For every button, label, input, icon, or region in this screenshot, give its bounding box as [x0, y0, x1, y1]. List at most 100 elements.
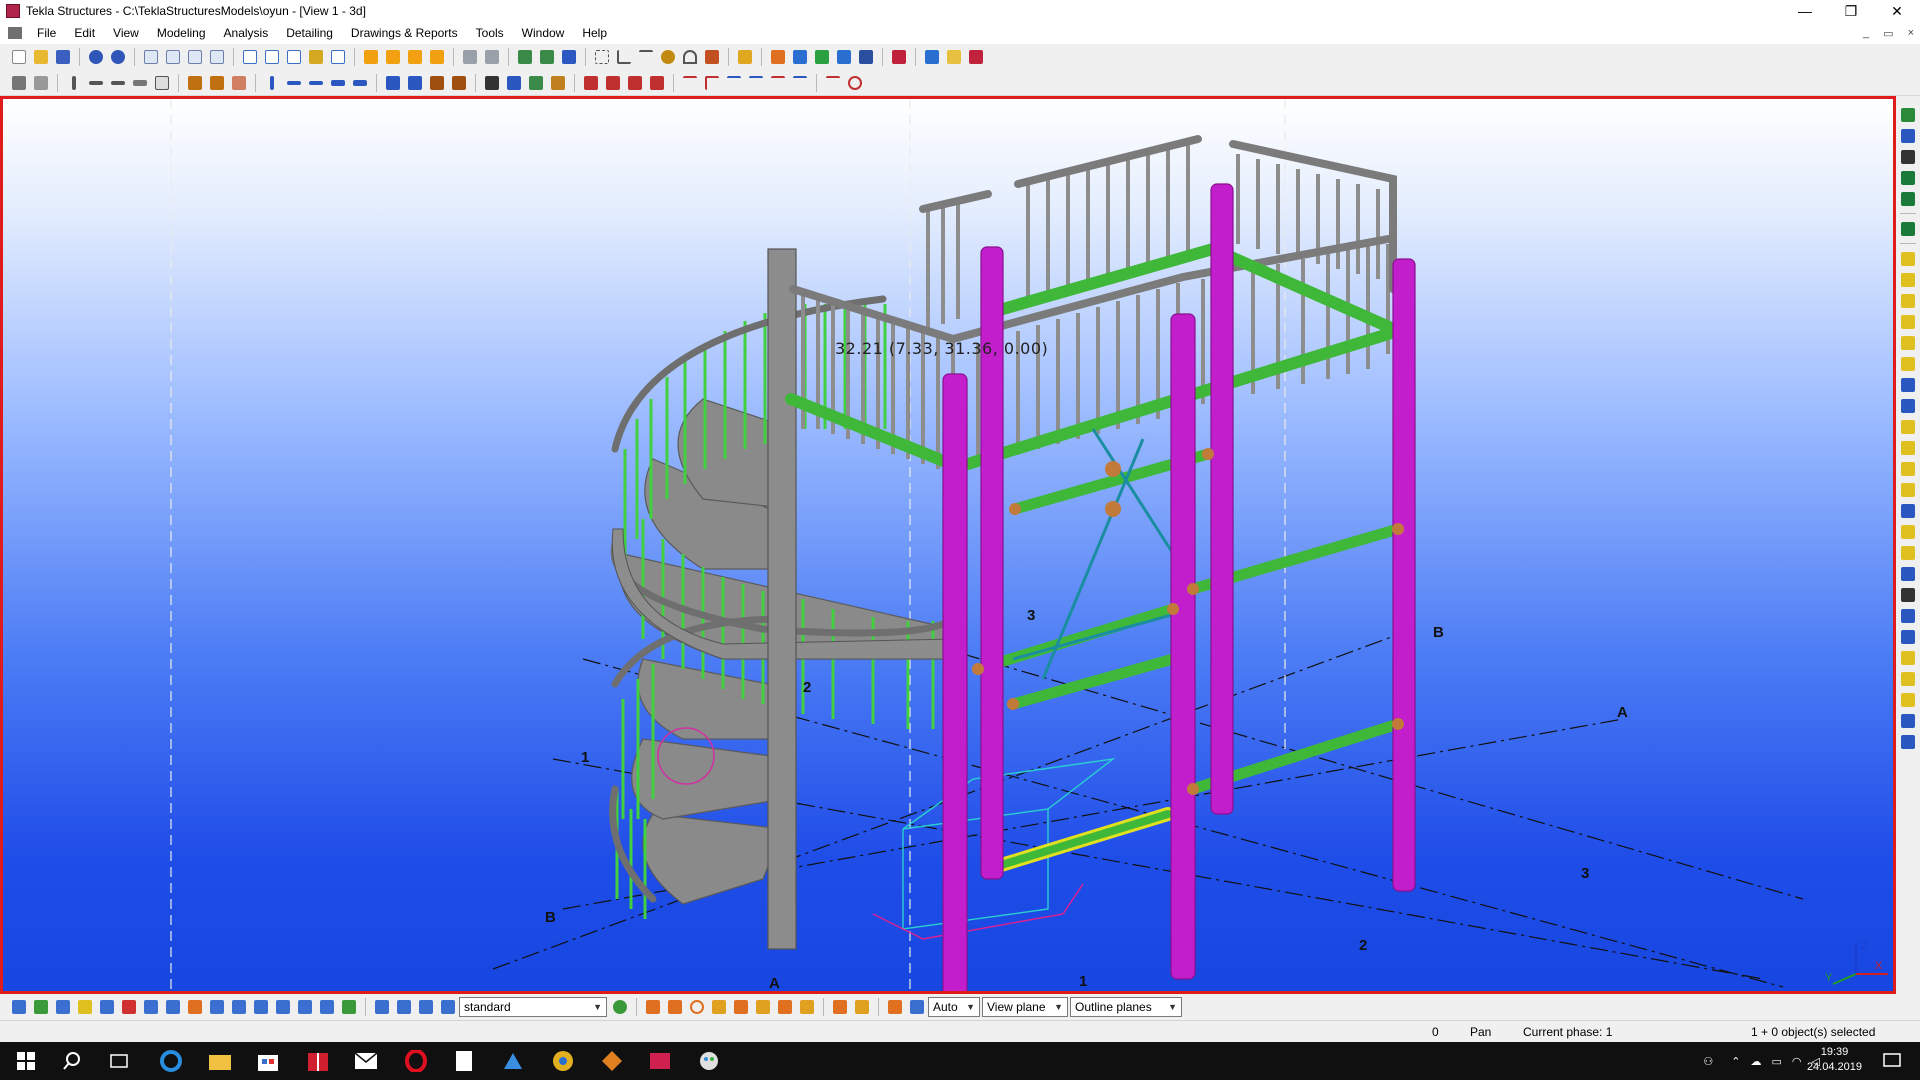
- snap-line-icon[interactable]: [774, 996, 796, 1018]
- strip-footing-icon[interactable]: [404, 72, 426, 94]
- phase-icon[interactable]: [855, 46, 877, 68]
- select-details-icon[interactable]: [338, 996, 360, 1018]
- properties-icon[interactable]: [206, 46, 228, 68]
- split-icon[interactable]: [580, 72, 602, 94]
- lock-icon[interactable]: [8, 72, 30, 94]
- select-connections-icon[interactable]: [316, 996, 338, 1018]
- select-filter-icon[interactable]: [1897, 542, 1919, 563]
- polybeam-icon[interactable]: [107, 72, 129, 94]
- select-filter-icon[interactable]: [1897, 290, 1919, 311]
- mail-icon[interactable]: [346, 1046, 386, 1076]
- select-filter-icon[interactable]: [1897, 353, 1919, 374]
- construction-line-icon[interactable]: [635, 46, 657, 68]
- select-filter-icon[interactable]: [1897, 626, 1919, 647]
- store-icon[interactable]: [248, 1046, 288, 1076]
- select-filter-b-icon[interactable]: [393, 996, 415, 1018]
- attach-icon[interactable]: [624, 72, 646, 94]
- bolt-icon[interactable]: [206, 72, 228, 94]
- restore-button[interactable]: ❐: [1828, 0, 1874, 22]
- menu-help[interactable]: Help: [573, 22, 616, 44]
- select-filter-icon[interactable]: [1897, 458, 1919, 479]
- selection-filter-select[interactable]: standard ▼: [459, 997, 607, 1017]
- arrow-left-icon[interactable]: [1897, 167, 1919, 188]
- taskbar-clock[interactable]: 19:39 24.04.2019: [1807, 1045, 1862, 1075]
- child-restore-button[interactable]: ▭: [1883, 27, 1893, 40]
- select-filter-c-icon[interactable]: [415, 996, 437, 1018]
- snap-points-icon[interactable]: [686, 996, 708, 1018]
- organizer-icon[interactable]: [833, 46, 855, 68]
- open-folder-icon[interactable]: [943, 46, 965, 68]
- select-filter-icon[interactable]: [1897, 416, 1919, 437]
- grid-icon[interactable]: [591, 46, 613, 68]
- select-filter-icon[interactable]: [1897, 710, 1919, 731]
- document-icon[interactable]: [8, 27, 22, 39]
- menu-analysis[interactable]: Analysis: [215, 22, 278, 44]
- pour-icon[interactable]: [525, 72, 547, 94]
- game-icon[interactable]: [592, 1046, 632, 1076]
- plane-type-select[interactable]: Outline planes ▼: [1070, 997, 1182, 1017]
- rebar-icon[interactable]: [426, 72, 448, 94]
- detach-icon[interactable]: [646, 72, 668, 94]
- snap-any-icon[interactable]: [851, 996, 873, 1018]
- clash-check-icon[interactable]: [536, 46, 558, 68]
- point-icon[interactable]: [657, 46, 679, 68]
- plane-select[interactable]: View plane ▼: [982, 997, 1068, 1017]
- component-catalog-icon[interactable]: [789, 46, 811, 68]
- select-filter-icon[interactable]: [1897, 395, 1919, 416]
- wifi-icon[interactable]: ◠: [1792, 1055, 1802, 1068]
- report-icon[interactable]: [426, 46, 448, 68]
- people-icon[interactable]: ⚇: [1703, 1055, 1713, 1068]
- snap-depth-select[interactable]: Auto ▼: [928, 997, 980, 1017]
- tekla-icon[interactable]: [640, 1046, 680, 1076]
- snap-nearest-icon[interactable]: [829, 996, 851, 1018]
- minimize-button[interactable]: —: [1782, 0, 1828, 22]
- select-filter-d-icon[interactable]: [437, 996, 459, 1018]
- snap-center-icon[interactable]: [708, 996, 730, 1018]
- notification-icon[interactable]: [1872, 1046, 1912, 1076]
- copy-icon[interactable]: [140, 46, 162, 68]
- select-grid-icon[interactable]: [162, 996, 184, 1018]
- measure-point-icon[interactable]: [789, 72, 811, 94]
- select-assembly-icon[interactable]: [272, 996, 294, 1018]
- select-filter-icon[interactable]: [1897, 563, 1919, 584]
- measure-arc-icon[interactable]: [745, 72, 767, 94]
- select-components-icon[interactable]: [294, 996, 316, 1018]
- move-icon[interactable]: [162, 46, 184, 68]
- menu-tools[interactable]: Tools: [467, 22, 513, 44]
- side-tool-icon[interactable]: [1897, 146, 1919, 167]
- combine-icon[interactable]: [602, 72, 624, 94]
- view-icon[interactable]: [239, 46, 261, 68]
- side-tool-icon[interactable]: [1897, 218, 1919, 239]
- snap-edge-icon[interactable]: [796, 996, 818, 1018]
- menu-file[interactable]: File: [28, 22, 65, 44]
- concrete-slab-icon[interactable]: [327, 72, 349, 94]
- surface-icon[interactable]: [503, 72, 525, 94]
- select-filter-icon[interactable]: [1897, 269, 1919, 290]
- select-filter-icon[interactable]: [1897, 584, 1919, 605]
- weld-icon[interactable]: [184, 72, 206, 94]
- more-tools-icon[interactable]: [921, 46, 943, 68]
- select-filter-icon[interactable]: [1897, 500, 1919, 521]
- select-filter-icon[interactable]: [1897, 248, 1919, 269]
- cut-icon[interactable]: [228, 72, 250, 94]
- model-scene[interactable]: Z X Y: [3, 99, 1893, 991]
- select-filter-icon[interactable]: [1897, 731, 1919, 752]
- select-filter-icon[interactable]: [1897, 479, 1919, 500]
- close-button[interactable]: ✕: [1874, 0, 1920, 22]
- concrete-polybeam-icon[interactable]: [305, 72, 327, 94]
- document-icon[interactable]: [444, 1046, 484, 1076]
- help-icon[interactable]: [558, 46, 580, 68]
- model-view-3d[interactable]: Z X Y 32.21 (7.33, 31.36, 0.00) 1 2 3 A …: [0, 96, 1896, 994]
- select-filter-icon[interactable]: [1897, 332, 1919, 353]
- settings-icon[interactable]: [965, 46, 987, 68]
- inquire-icon[interactable]: [481, 46, 503, 68]
- search-icon[interactable]: [52, 1046, 92, 1076]
- measure-icon[interactable]: [459, 46, 481, 68]
- app-icon[interactable]: [493, 1046, 533, 1076]
- plate-icon[interactable]: [151, 72, 173, 94]
- chrome-icon[interactable]: [543, 1046, 583, 1076]
- select-welds-icon[interactable]: [74, 996, 96, 1018]
- slab-icon[interactable]: [129, 72, 151, 94]
- gift-icon[interactable]: [298, 1046, 338, 1076]
- reinforcement-icon[interactable]: [448, 72, 470, 94]
